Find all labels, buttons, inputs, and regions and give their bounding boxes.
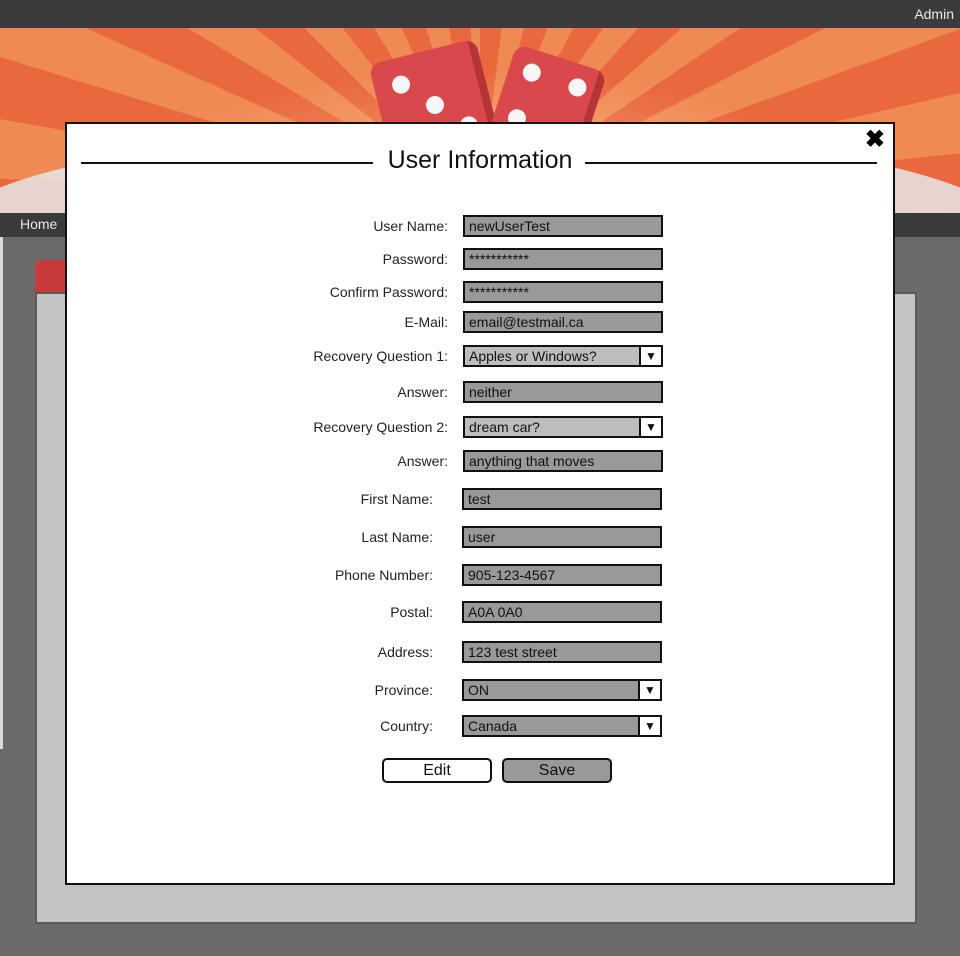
chevron-down-icon[interactable]: ▼ [638, 681, 660, 699]
email-row: E-Mail: email@testmail.ca [67, 311, 893, 333]
recovery-question-2-value: dream car? [469, 419, 540, 435]
last-name-label: Last Name: [361, 529, 433, 545]
postal-field[interactable]: A0A 0A0 [462, 601, 662, 623]
province-select[interactable]: ON ▼ [462, 679, 662, 701]
confirm-password-row: Confirm Password: *********** [67, 281, 893, 303]
phone-number-label: Phone Number: [334, 567, 433, 583]
answer-2-field[interactable]: anything that moves [463, 450, 663, 472]
recovery-question-2-row: Recovery Question 2: dream car? ▼ [67, 416, 893, 438]
first-name-label: First Name: [360, 491, 433, 507]
modal-title: User Information [67, 146, 893, 175]
top-bar: Admin [0, 0, 960, 28]
user-information-modal: ✖ User Information User Name: newUserTes… [65, 122, 895, 885]
first-name-row: First Name: test [67, 488, 893, 510]
last-name-field[interactable]: user [462, 526, 662, 548]
province-label: Province: [374, 682, 433, 698]
user-name-row: User Name: newUserTest [67, 215, 893, 237]
admin-link[interactable]: Admin [914, 6, 954, 22]
chevron-down-icon[interactable]: ▼ [638, 717, 660, 735]
postal-label: Postal: [390, 604, 433, 620]
province-value: ON [468, 682, 489, 698]
recovery-question-1-value: Apples or Windows? [469, 348, 597, 364]
user-name-field[interactable]: newUserTest [463, 215, 663, 237]
confirm-password-field[interactable]: *********** [463, 281, 663, 303]
answer-2-label: Answer: [397, 453, 448, 469]
answer-1-row: Answer: neither [67, 381, 893, 403]
answer-2-row: Answer: anything that moves [67, 450, 893, 472]
country-value: Canada [468, 718, 518, 734]
chevron-down-icon[interactable]: ▼ [639, 347, 661, 365]
nav-home-link[interactable]: Home [20, 216, 57, 232]
postal-row: Postal: A0A 0A0 [67, 601, 893, 623]
phone-number-row: Phone Number: 905-123-4567 [67, 564, 893, 586]
recovery-question-2-select[interactable]: dream car? ▼ [463, 416, 663, 438]
phone-number-field[interactable]: 905-123-4567 [462, 564, 662, 586]
save-button[interactable]: Save [502, 758, 612, 783]
province-row: Province: ON ▼ [67, 679, 893, 701]
password-field[interactable]: *********** [463, 248, 663, 270]
answer-1-label: Answer: [397, 384, 448, 400]
chevron-down-icon[interactable]: ▼ [639, 418, 661, 436]
recovery-question-1-row: Recovery Question 1: Apples or Windows? … [67, 345, 893, 367]
country-row: Country: Canada ▼ [67, 715, 893, 737]
user-name-label: User Name: [373, 218, 448, 234]
recovery-question-1-select[interactable]: Apples or Windows? ▼ [463, 345, 663, 367]
password-label: Password: [382, 251, 448, 267]
address-row: Address: 123 test street [67, 641, 893, 663]
recovery-question-1-label: Recovery Question 1: [313, 348, 448, 364]
last-name-row: Last Name: user [67, 526, 893, 548]
country-label: Country: [380, 718, 433, 734]
edit-button[interactable]: Edit [382, 758, 492, 783]
password-row: Password: *********** [67, 248, 893, 270]
email-label: E-Mail: [404, 314, 448, 330]
address-field[interactable]: 123 test street [462, 641, 662, 663]
email-field[interactable]: email@testmail.ca [463, 311, 663, 333]
recovery-question-2-label: Recovery Question 2: [313, 419, 448, 435]
confirm-password-label: Confirm Password: [329, 284, 448, 300]
first-name-field[interactable]: test [462, 488, 662, 510]
country-select[interactable]: Canada ▼ [462, 715, 662, 737]
answer-1-field[interactable]: neither [463, 381, 663, 403]
address-label: Address: [377, 644, 433, 660]
